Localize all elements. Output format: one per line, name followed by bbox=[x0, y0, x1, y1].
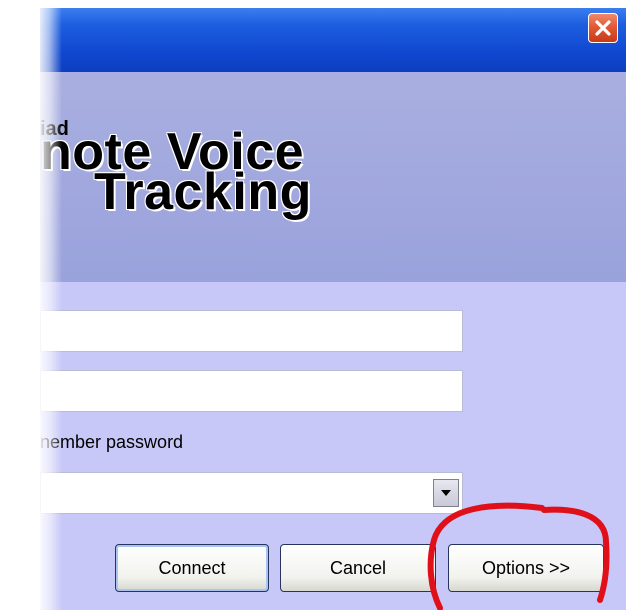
logo-title: note Voice Tracking bbox=[40, 126, 312, 218]
options-button[interactable]: Options >> bbox=[448, 544, 604, 592]
title-bar bbox=[40, 8, 626, 72]
login-form: nember password Connect Cancel Options >… bbox=[40, 282, 626, 610]
logo-banner: iad note Voice Tracking bbox=[40, 72, 626, 282]
username-field[interactable] bbox=[40, 310, 463, 352]
chevron-down-icon bbox=[441, 490, 451, 496]
close-x-icon bbox=[595, 20, 611, 36]
cancel-button[interactable]: Cancel bbox=[280, 544, 436, 592]
password-field[interactable] bbox=[40, 370, 463, 412]
left-edge-fade bbox=[0, 0, 62, 610]
close-button[interactable] bbox=[588, 13, 618, 43]
server-dropdown[interactable] bbox=[40, 472, 463, 514]
connect-button[interactable]: Connect bbox=[115, 544, 269, 592]
dropdown-arrow-button[interactable] bbox=[433, 479, 459, 507]
